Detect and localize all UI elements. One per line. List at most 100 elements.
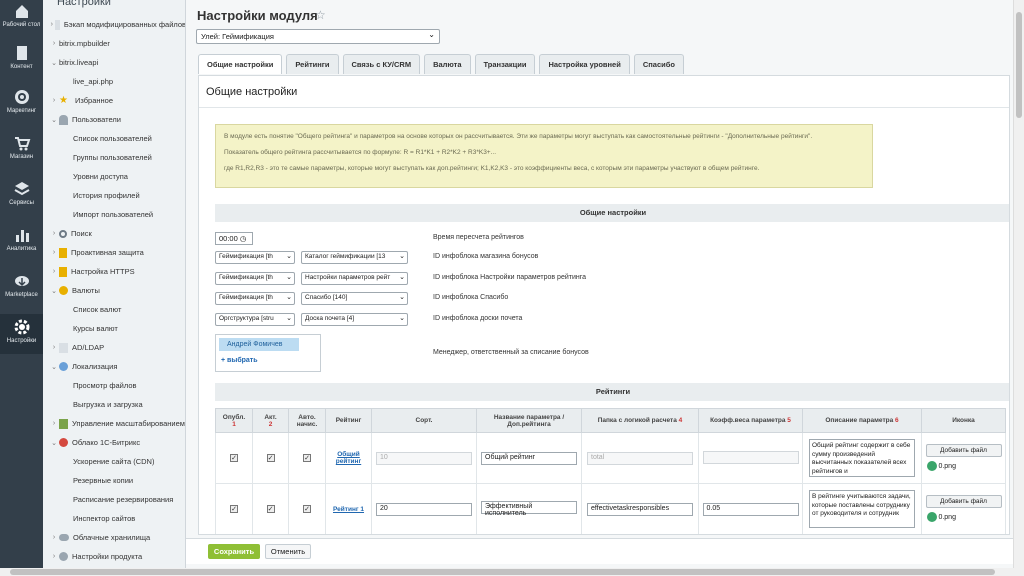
auto-checkbox[interactable]: ✓ [303,454,311,462]
collapse-icon[interactable]: ⌄ [49,439,59,447]
col-rating: Рейтинг [325,408,372,433]
tab-currency[interactable]: Валюта [424,54,471,74]
tree-item-localization[interactable]: ⌄ Локализация [43,357,185,376]
expand-icon[interactable]: › [49,344,59,351]
file-chip[interactable]: 0.png [926,460,1001,473]
expand-icon[interactable]: › [49,97,59,104]
tree-item-liveapi[interactable]: ⌄ bitrix.liveapi [43,53,185,72]
expand-icon[interactable]: › [49,249,59,256]
tree-item-site-inspector[interactable]: Инспектор сайтов [43,509,185,528]
tree-item-search[interactable]: › Поиск [43,224,185,243]
honor-board-type-select[interactable]: Оргструктура [stru ⌄ [215,313,295,326]
tree-item-backup[interactable]: › Бэкап модифицированных файлов [43,15,185,34]
tree-item-access-levels[interactable]: Уровни доступа [43,167,185,186]
expand-icon[interactable]: › [49,553,59,560]
scroll-thumb[interactable] [1016,12,1022,118]
expand-icon[interactable]: › [49,534,59,541]
tree-item-scaling[interactable]: › Управление масштабированием [43,414,185,433]
rail-settings[interactable]: Настройки [0,314,43,354]
rating-link[interactable]: Рейтинг 1 [333,506,364,513]
tree-item-currency-list[interactable]: Список валют [43,300,185,319]
thanks-type-select[interactable]: Геймификация [th ⌄ [215,292,295,305]
collapse-icon[interactable]: ⌄ [49,59,59,67]
manager-chip[interactable]: Андрей Фомичев [219,338,299,351]
tree-item-user-groups[interactable]: Группы пользователей [43,148,185,167]
tree-item-profile-history[interactable]: История профилей [43,186,185,205]
tree-item-users[interactable]: ⌄ Пользователи [43,110,185,129]
file-chip[interactable]: 0.png [926,511,1001,524]
sort-input[interactable]: 20 [376,502,472,516]
rating-link[interactable]: Общий рейтинг [336,451,361,465]
published-checkbox[interactable]: ✓ [230,454,238,462]
auto-checkbox[interactable]: ✓ [303,505,311,513]
tree-item-file-view[interactable]: Просмотр файлов [43,376,185,395]
rating-params-iblock-select[interactable]: Настройки параметров рейт ⌄ [301,272,408,285]
description-textarea[interactable]: В рейтинге учитываются задачи, которые п… [809,490,915,528]
honor-board-iblock-select[interactable]: Доска почета [4] ⌄ [301,313,408,326]
param-name-input[interactable]: Эффективный исполнитель [481,501,577,517]
add-file-button[interactable]: Добавить файл [925,494,1002,508]
tree-item-export-import[interactable]: Выгрузка и загрузка [43,395,185,414]
tree-item-live-api-php[interactable]: live_api.php [43,72,185,91]
table-row: ✓ ✓ ✓ Общий рейтинг 10 Общий рейтинг tot… [215,432,1006,484]
rail-content[interactable]: Контент [0,44,43,71]
rail-marketing[interactable]: Маркетинг [0,88,43,115]
tree-item-user-import[interactable]: Импорт пользователей [43,205,185,224]
module-select[interactable]: Улей: Геймификация ⌄ [196,29,440,44]
tab-crm[interactable]: Связь с КУ/CRM [342,54,421,74]
thanks-iblock-select[interactable]: Спасибо [140] ⌄ [301,292,408,305]
search-icon [59,229,67,238]
bonus-shop-iblock-select[interactable]: Каталог геймификации [13 ⌄ [301,251,408,264]
tree-item-cloud-bitrix[interactable]: ⌄ Облако 1С-Битрикс [43,433,185,452]
expand-icon[interactable]: › [49,230,59,237]
published-checkbox[interactable]: ✓ [230,505,238,513]
tab-thanks[interactable]: Спасибо [633,54,684,74]
tree-item-ldap[interactable]: › AD/LDAP [43,338,185,357]
active-checkbox[interactable]: ✓ [266,454,275,462]
tree-item-cloud-storage[interactable]: › Облачные хранилища [43,528,185,547]
expand-icon[interactable]: › [49,420,59,427]
tree-item-mpbuilder[interactable]: › bitrix.mpbuilder [43,34,185,53]
tree-item-favorites[interactable]: › ★ Избранное [43,91,185,110]
description-textarea[interactable]: Общий рейтинг содержит в себе сумму прои… [809,439,915,477]
expand-icon[interactable]: › [49,268,59,275]
tree-item-cdn[interactable]: Ускорение сайта (CDN) [43,452,185,471]
bonus-shop-type-select[interactable]: Геймификация [th ⌄ [215,251,295,264]
cancel-button[interactable]: Отменить [265,544,311,559]
param-name-input[interactable]: Общий рейтинг [481,451,577,465]
chevron-down-icon: ⌄ [399,273,405,281]
favorite-star-icon[interactable]: ☆ [315,8,326,22]
scroll-thumb[interactable] [10,569,995,575]
tree-item-product-settings[interactable]: › Настройки продукта [43,547,185,566]
tree-item-backups[interactable]: Резервные копии [43,471,185,490]
rail-services[interactable]: Сервисы [0,180,43,207]
rail-desktop[interactable]: Рабочий стол [0,2,43,29]
tab-ratings[interactable]: Рейтинги [286,54,339,74]
active-checkbox[interactable]: ✓ [266,505,275,513]
collapse-icon[interactable]: ⌄ [49,116,59,124]
collapse-icon[interactable]: ⌄ [49,363,59,371]
rail-shop[interactable]: Магазин [0,134,43,161]
tab-general[interactable]: Общие настройки [198,54,283,74]
rail-analytics[interactable]: Аналитика [0,226,43,253]
horizontal-scrollbar[interactable] [0,568,1024,576]
rail-marketplace[interactable]: Marketplace [0,272,43,299]
tree-item-proactive[interactable]: › Проактивная защита [43,243,185,262]
collapse-icon[interactable]: ⌄ [49,287,59,295]
tab-levels[interactable]: Настройка уровней [539,54,630,74]
folder-select[interactable]: effectivetaskresponsibles [587,502,693,516]
vertical-scrollbar[interactable] [1013,0,1024,568]
tab-transactions[interactable]: Транзакции [474,54,536,74]
tree-item-user-list[interactable]: Список пользователей [43,129,185,148]
save-button[interactable]: Сохранить [208,544,260,559]
tree-item-currency-rates[interactable]: Курсы валют [43,319,185,338]
tree-item-backup-schedule[interactable]: Расписание резервирования [43,490,185,509]
tree-item-currencies[interactable]: ⌄ Валюты [43,281,185,300]
tree-item-https[interactable]: › Настройка HTTPS [43,262,185,281]
coef-input[interactable]: 0.05 [702,502,799,516]
expand-icon[interactable]: › [49,40,59,47]
add-file-button[interactable]: Добавить файл [925,443,1002,457]
recalc-time-input[interactable]: 00:00 ◷ [215,232,253,245]
rating-params-type-select[interactable]: Геймификация [th ⌄ [215,272,295,285]
select-user-link[interactable]: + выбрать [221,357,258,364]
